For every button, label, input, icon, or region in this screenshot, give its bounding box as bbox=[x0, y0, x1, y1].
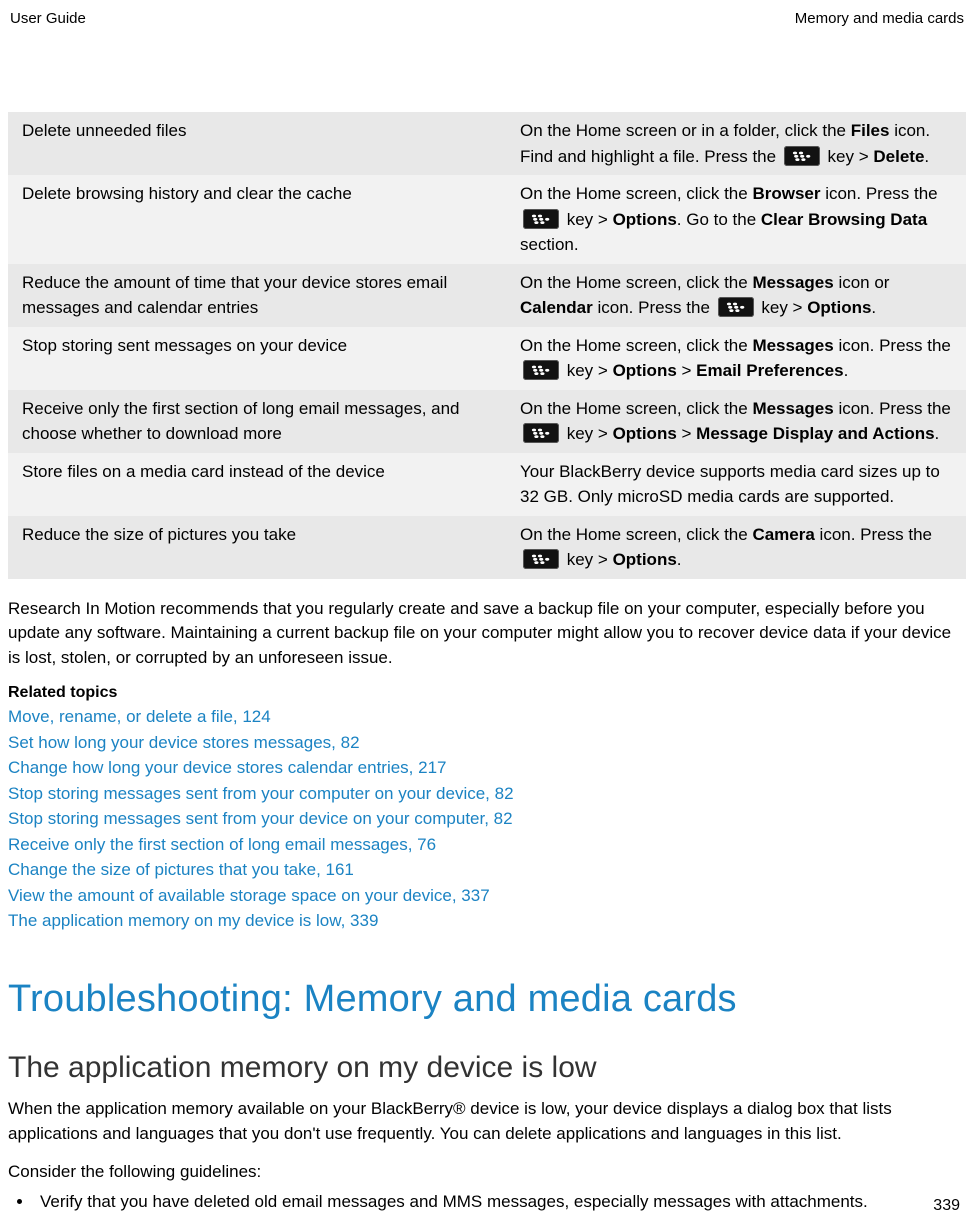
bold-text: Camera bbox=[752, 525, 814, 544]
bold-text: Message Display and Actions bbox=[696, 424, 934, 443]
tip-cell: Reduce the amount of time that your devi… bbox=[8, 264, 510, 327]
menu-key-icon bbox=[784, 146, 820, 166]
list-item: Change the size of pictures that you tak… bbox=[8, 857, 966, 883]
bold-text: Options bbox=[613, 210, 677, 229]
bold-text: Files bbox=[851, 121, 890, 140]
tip-cell: Delete unneeded files bbox=[8, 112, 510, 175]
bold-text: Calendar bbox=[520, 298, 593, 317]
table-row: Stop storing sent messages on your devic… bbox=[8, 327, 966, 390]
tip-cell: Receive only the first section of long e… bbox=[8, 390, 510, 453]
menu-key-icon bbox=[718, 297, 754, 317]
troubleshooting-bullets: Verify that you have deleted old email m… bbox=[8, 1189, 966, 1215]
page-number: 339 bbox=[933, 1197, 960, 1215]
tip-cell: Delete browsing history and clear the ca… bbox=[8, 175, 510, 264]
bold-text: Browser bbox=[752, 184, 820, 203]
troubleshooting-subtitle: The application memory on my device is l… bbox=[8, 1051, 966, 1085]
related-topics-heading: Related topics bbox=[8, 684, 966, 702]
related-topic-link[interactable]: Change how long your device stores calen… bbox=[8, 758, 447, 777]
list-item: The application memory on my device is l… bbox=[8, 908, 966, 934]
list-item: Change how long your device stores calen… bbox=[8, 755, 966, 781]
description-cell: On the Home screen, click the Messages i… bbox=[510, 327, 966, 390]
table-row: Reduce the size of pictures you takeOn t… bbox=[8, 516, 966, 579]
tip-cell: Reduce the size of pictures you take bbox=[8, 516, 510, 579]
description-cell: On the Home screen, click the Messages i… bbox=[510, 390, 966, 453]
list-item: Verify that you have deleted old email m… bbox=[34, 1189, 966, 1215]
table-row: Store files on a media card instead of t… bbox=[8, 453, 966, 516]
bold-text: Options bbox=[613, 424, 677, 443]
tip-cell: Store files on a media card instead of t… bbox=[8, 453, 510, 516]
list-item: View the amount of available storage spa… bbox=[8, 883, 966, 909]
related-topic-link[interactable]: View the amount of available storage spa… bbox=[8, 886, 490, 905]
bold-text: Messages bbox=[752, 399, 833, 418]
list-item: Set how long your device stores messages… bbox=[8, 730, 966, 756]
related-topic-link[interactable]: Move, rename, or delete a file, 124 bbox=[8, 707, 271, 726]
troubleshooting-title: Troubleshooting: Memory and media cards bbox=[8, 978, 966, 1021]
list-item: Stop storing messages sent from your dev… bbox=[8, 806, 966, 832]
list-item: Receive only the first section of long e… bbox=[8, 832, 966, 858]
header-right: Memory and media cards bbox=[795, 10, 964, 27]
related-topic-link[interactable]: Receive only the first section of long e… bbox=[8, 835, 436, 854]
menu-key-icon bbox=[523, 360, 559, 380]
troubleshooting-para-1: When the application memory available on… bbox=[8, 1097, 966, 1146]
description-cell: On the Home screen, click the Messages i… bbox=[510, 264, 966, 327]
related-topics-list: Move, rename, or delete a file, 124 Set h… bbox=[8, 704, 966, 934]
page-header: User Guide Memory and media cards bbox=[8, 10, 966, 27]
description-cell: On the Home screen, click the Browser ic… bbox=[510, 175, 966, 264]
bold-text: Options bbox=[613, 361, 677, 380]
bold-text: Options bbox=[613, 550, 677, 569]
table-row: Reduce the amount of time that your devi… bbox=[8, 264, 966, 327]
list-item: Move, rename, or delete a file, 124 bbox=[8, 704, 966, 730]
bold-text: Messages bbox=[752, 336, 833, 355]
header-left: User Guide bbox=[10, 10, 86, 27]
troubleshooting-para-2: Consider the following guidelines: bbox=[8, 1160, 966, 1185]
bold-text: Delete bbox=[873, 147, 924, 166]
related-topic-link[interactable]: Stop storing messages sent from your com… bbox=[8, 784, 514, 803]
related-topic-link[interactable]: Change the size of pictures that you tak… bbox=[8, 860, 354, 879]
bold-text: Email Preferences bbox=[696, 361, 843, 380]
tips-table-body: Delete unneeded filesOn the Home screen … bbox=[8, 112, 966, 579]
page: User Guide Memory and media cards Delete… bbox=[0, 0, 974, 1227]
related-topic-link[interactable]: Set how long your device stores messages… bbox=[8, 733, 360, 752]
related-topic-link[interactable]: Stop storing messages sent from your dev… bbox=[8, 809, 513, 828]
bold-text: Options bbox=[807, 298, 871, 317]
table-row: Delete browsing history and clear the ca… bbox=[8, 175, 966, 264]
table-row: Receive only the first section of long e… bbox=[8, 390, 966, 453]
bold-text: Clear Browsing Data bbox=[761, 210, 927, 229]
tip-cell: Stop storing sent messages on your devic… bbox=[8, 327, 510, 390]
tips-table: Delete unneeded filesOn the Home screen … bbox=[8, 112, 966, 579]
menu-key-icon bbox=[523, 209, 559, 229]
related-topic-link[interactable]: The application memory on my device is l… bbox=[8, 911, 378, 930]
bold-text: Messages bbox=[752, 273, 833, 292]
backup-recommendation: Research In Motion recommends that you r… bbox=[8, 597, 966, 671]
description-cell: On the Home screen, click the Camera ico… bbox=[510, 516, 966, 579]
table-row: Delete unneeded filesOn the Home screen … bbox=[8, 112, 966, 175]
menu-key-icon bbox=[523, 423, 559, 443]
list-item: Stop storing messages sent from your com… bbox=[8, 781, 966, 807]
description-cell: On the Home screen or in a folder, click… bbox=[510, 112, 966, 175]
description-cell: Your BlackBerry device supports media ca… bbox=[510, 453, 966, 516]
menu-key-icon bbox=[523, 549, 559, 569]
